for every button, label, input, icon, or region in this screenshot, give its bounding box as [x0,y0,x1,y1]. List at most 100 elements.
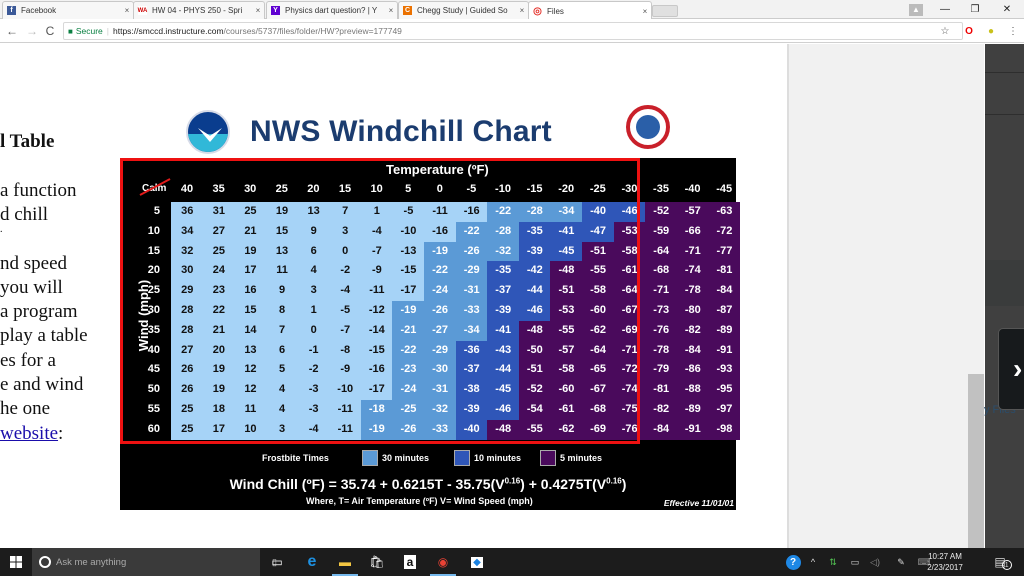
close-window-button[interactable]: ✕ [992,0,1022,19]
tab-files[interactable]: ◎ Files × [528,1,652,20]
windchill-cell: -78 [645,340,678,361]
reload-icon: C [45,24,55,38]
user-profile-icon[interactable]: ▲ [909,3,923,16]
windchill-chart-image: NWS Windchill Chart Temperature (ºF) Cal… [120,100,741,510]
amazon-taskbar-button[interactable]: a [395,548,425,576]
document-text-line: he one [0,398,51,419]
back-button[interactable]: ← [4,23,20,39]
store-taskbar-button[interactable]: 🛍 [362,548,392,576]
network-icon[interactable]: ✎ [894,548,908,576]
formula-part-c: ) [621,476,627,492]
formula-exponent: 0.16 [504,476,521,486]
tab-chegg[interactable]: C Chegg Study | Guided So × [398,1,529,19]
secure-label: Secure [75,26,103,36]
windows-taskbar: Ask me anything ▯ ▭ e ▬ 🛍 a ◉ ◆ ? ^ ⇅ ▭ ◁) ✎ ⌨… [0,548,1024,576]
opera-extension-icon[interactable]: O [962,24,976,38]
tab-label: Facebook [21,6,57,15]
windchill-cell: -93 [708,360,741,381]
link-suffix: : [58,423,64,444]
windchill-cell: -80 [676,301,709,322]
windchill-cell: -66 [676,221,709,243]
file-explorer-icon: ▬ [339,555,351,569]
windows-logo-icon [10,556,22,568]
tab-hw[interactable]: WA HW 04 - PHYS 250 - Spri × [133,1,265,19]
document-text-line: e and wind [0,374,84,395]
help-tray-icon[interactable]: ? [783,548,803,576]
windchill-cell: -78 [676,281,709,302]
task-view-taskbar-button[interactable]: ▭ [262,548,292,576]
edge-taskbar-button[interactable]: e [297,548,327,576]
next-file-button[interactable]: › [998,328,1024,410]
windchill-cell: -81 [645,380,678,401]
windchill-cell: -77 [708,241,741,262]
windchill-cell: -73 [645,301,678,322]
windchill-cell: -82 [676,320,709,342]
address-bar-row: ← → C ■ Secure | https://smccd.instructu… [0,19,1024,43]
website-link[interactable]: website [0,423,58,444]
amazon-icon: a [403,555,417,569]
tab-close-icon[interactable]: × [252,6,264,15]
tab-label: Chegg Study | Guided So [417,6,508,15]
temperature-header: -35 [653,183,669,195]
tab-close-icon[interactable]: × [639,7,651,16]
formula-part-b: ) + 0.4275T(V [520,476,607,492]
windchill-cell: -84 [645,419,678,441]
windchill-cell: -82 [645,400,678,421]
chegg-icon: C [403,6,412,15]
formula-exponent: 0.16 [606,476,622,486]
tab-close-icon[interactable]: × [385,6,397,15]
bookmark-star-icon[interactable]: ☆ [938,24,952,38]
task-view-icon: ▭ [271,555,283,569]
windchill-cell: -95 [708,380,741,401]
minimize-button[interactable]: — [930,0,960,19]
windchill-cell: -68 [645,261,678,282]
chrome-taskbar-button[interactable]: ◉ [428,548,458,576]
scrollbar-thumb[interactable] [968,374,984,548]
windchill-cell: -52 [645,202,678,223]
url-host: https://smccd.instructure.com [113,26,224,36]
tab-label: HW 04 - PHYS 250 - Spri [152,6,243,15]
red-highlight-box [120,158,640,444]
tab-facebook[interactable]: f Facebook × [2,1,134,19]
document-preview: l Table a function d chill. nd speed you wil… [0,44,787,548]
tab-close-icon[interactable]: × [121,6,133,15]
tab-close-icon[interactable]: × [516,6,528,15]
windchill-cell: -71 [676,241,709,262]
restore-button[interactable]: ❐ [960,0,990,19]
file-explorer-taskbar-button[interactable]: ▬ [330,548,360,576]
windchill-cell: -89 [676,400,709,421]
tab-physics[interactable]: Y Physics dart question? | Y × [266,1,398,19]
windchill-cell: -79 [645,360,678,381]
action-center-icon[interactable]: ▤ 1 [990,548,1016,576]
dropbox-taskbar-button[interactable]: ◆ [462,548,492,576]
yahoo-icon: Y [271,6,280,15]
reload-button[interactable]: C [42,23,58,39]
windchill-cell: -87 [708,301,741,322]
chrome-menu-icon[interactable]: ⋮ [1006,24,1020,38]
system-clock[interactable]: 10:27 AM 2/23/2017 [922,551,968,573]
sync-tray-icon[interactable]: ⇅ [826,548,840,576]
facebook-icon: f [7,6,16,15]
show-hidden-icons-chevron[interactable]: ^ [806,548,820,576]
windchill-cell: -71 [645,281,678,302]
battery-icon[interactable]: ▭ [848,548,862,576]
cortana-search-box[interactable]: Ask me anything ▯ [32,548,277,576]
url-input[interactable]: ■ Secure | https://smccd.instructure.com… [63,22,963,40]
windchill-cell: -97 [708,400,741,421]
forward-arrow-icon: → [26,24,38,38]
clock-date: 2/23/2017 [927,563,963,572]
document-text-line: a function [0,180,77,201]
windchill-cell: -91 [708,340,741,361]
windchill-cell: -72 [708,221,741,243]
search-placeholder: Ask me anything [56,556,127,568]
volume-icon[interactable]: ◁) [868,548,882,576]
windchill-cell: -74 [676,261,709,282]
forward-button[interactable]: → [24,23,40,39]
new-tab-button[interactable] [652,5,678,17]
chart-title: NWS Windchill Chart [250,115,552,148]
document-text-line: you will [0,277,63,298]
start-button[interactable] [0,548,32,576]
legend-label-10min: 10 minutes [474,453,522,463]
extension-icon[interactable]: ● [984,24,998,38]
effective-date: Effective 11/01/01 [663,498,734,508]
